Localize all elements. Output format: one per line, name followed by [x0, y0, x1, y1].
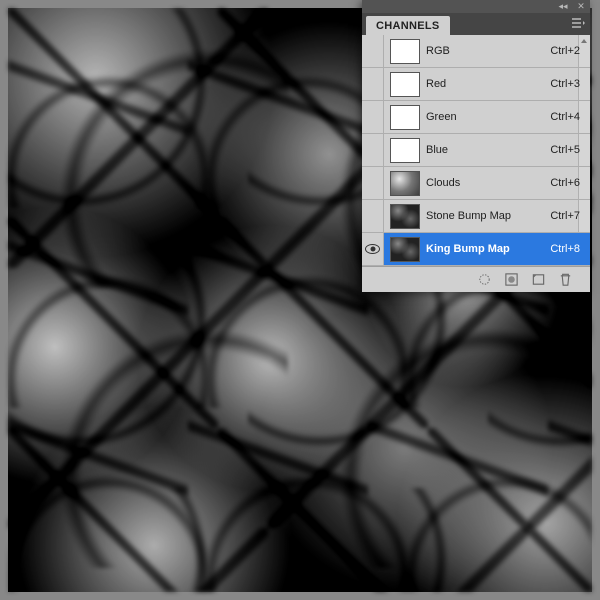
channel-thumbnail[interactable]: [390, 138, 420, 163]
panel-topbar: ◂◂ ✕: [362, 0, 590, 13]
channel-shortcut-label: Ctrl+5: [550, 144, 590, 156]
channel-shortcut-label: Ctrl+4: [550, 111, 590, 123]
visibility-toggle[interactable]: [362, 167, 384, 199]
channel-thumbnail[interactable]: [390, 204, 420, 229]
channel-thumbnail[interactable]: [390, 105, 420, 130]
channel-row-king-bump-map[interactable]: King Bump Map Ctrl+8: [362, 233, 590, 266]
channel-row-clouds[interactable]: Clouds Ctrl+6: [362, 167, 590, 200]
channel-name-label: RGB: [426, 45, 550, 57]
tab-channels[interactable]: CHANNELS: [366, 16, 450, 35]
channel-name-label: Clouds: [426, 177, 550, 189]
channel-thumbnail[interactable]: [390, 39, 420, 64]
channel-shortcut-label: Ctrl+8: [550, 243, 590, 255]
eye-icon: [365, 244, 380, 254]
delete-channel-icon[interactable]: [556, 271, 574, 289]
channel-row-blue[interactable]: Blue Ctrl+5: [362, 134, 590, 167]
channel-shortcut-label: Ctrl+7: [550, 210, 590, 222]
channel-list: RGB Ctrl+2 Red Ctrl+3 Green Ctrl+4 Blue …: [362, 35, 590, 266]
channel-name-label: Green: [426, 111, 550, 123]
save-selection-icon[interactable]: [502, 271, 520, 289]
load-selection-icon[interactable]: [475, 271, 493, 289]
channel-name-label: Blue: [426, 144, 550, 156]
channel-thumbnail[interactable]: [390, 171, 420, 196]
visibility-toggle[interactable]: [362, 134, 384, 166]
close-icon[interactable]: ✕: [575, 2, 587, 12]
channel-row-stone-bump-map[interactable]: Stone Bump Map Ctrl+7: [362, 200, 590, 233]
channel-thumbnail[interactable]: [390, 72, 420, 97]
channel-thumbnail[interactable]: [390, 237, 420, 262]
channels-panel: ◂◂ ✕ CHANNELS RGB Ctrl+2 Red Ctrl+3 Gr: [362, 0, 590, 292]
channel-name-label: Red: [426, 78, 550, 90]
visibility-toggle[interactable]: [362, 233, 384, 265]
channel-shortcut-label: Ctrl+3: [550, 78, 590, 90]
channel-row-green[interactable]: Green Ctrl+4: [362, 101, 590, 134]
visibility-toggle[interactable]: [362, 200, 384, 232]
panel-footer: [362, 266, 590, 292]
visibility-toggle[interactable]: [362, 101, 384, 133]
channel-name-label: King Bump Map: [426, 243, 550, 255]
channel-row-red[interactable]: Red Ctrl+3: [362, 68, 590, 101]
channel-name-label: Stone Bump Map: [426, 210, 550, 222]
channel-shortcut-label: Ctrl+6: [550, 177, 590, 189]
panel-menu-icon[interactable]: [571, 17, 585, 29]
channel-shortcut-label: Ctrl+2: [550, 45, 590, 57]
new-channel-icon[interactable]: [529, 271, 547, 289]
visibility-toggle[interactable]: [362, 35, 384, 67]
visibility-toggle[interactable]: [362, 68, 384, 100]
panel-tab-bar: CHANNELS: [362, 13, 590, 35]
channel-row-rgb[interactable]: RGB Ctrl+2: [362, 35, 590, 68]
collapse-icon[interactable]: ◂◂: [557, 2, 569, 12]
